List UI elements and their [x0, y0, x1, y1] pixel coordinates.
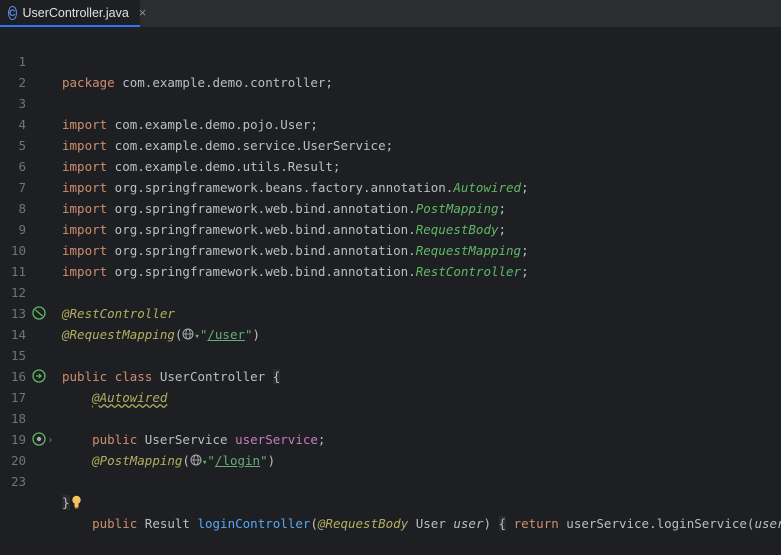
- type-name: User: [408, 516, 454, 531]
- code-line: 12 @RestController: [0, 261, 781, 321]
- paren: (: [310, 516, 318, 531]
- code-line: 6 import org.springframework.beans.facto…: [0, 135, 781, 195]
- spring-bean-icon[interactable]: [32, 306, 46, 320]
- fold-chevron-icon[interactable]: ›: [47, 429, 54, 450]
- editor-tab-bar: C UserController.java ×: [0, 0, 781, 28]
- code-line: 18: [0, 387, 781, 426]
- method-call: userService.loginService(: [558, 516, 755, 531]
- code-line: 10 import org.springframework.web.bind.a…: [0, 219, 781, 279]
- code-line: 4 import com.example.demo.service.UserSe…: [0, 93, 781, 153]
- code-line: 1 package com.example.demo.controller;: [0, 30, 781, 90]
- class-c-icon: C: [8, 5, 17, 20]
- code-line: 7 import org.springframework.web.bind.an…: [0, 156, 781, 216]
- code-line: 8 import org.springframework.web.bind.an…: [0, 177, 781, 237]
- code-line: 9 import org.springframework.web.bind.an…: [0, 198, 781, 258]
- code-editor[interactable]: 1 package com.example.demo.controller; 2…: [0, 29, 781, 531]
- code-line: 19 @PostMapping(▾"/login"): [0, 408, 781, 468]
- tab-user-controller[interactable]: C UserController.java ×: [0, 0, 146, 27]
- code-line: 5 import com.example.demo.utils.Result;: [0, 114, 781, 174]
- tab-label: UserController.java: [22, 5, 129, 20]
- code-line: 11: [0, 240, 781, 279]
- paren: ): [483, 516, 492, 531]
- code-line: 3 import com.example.demo.pojo.User;: [0, 72, 781, 132]
- keyword: return: [513, 516, 559, 531]
- keyword: public: [92, 516, 138, 531]
- method-name: loginController: [197, 516, 311, 531]
- code-line: 23 }: [0, 450, 781, 510]
- code-line: 14 public class UserController {: [0, 303, 781, 384]
- type-name: Result: [137, 516, 198, 531]
- brace: {: [498, 516, 507, 531]
- line-number: 23: [10, 474, 26, 489]
- code-line: 13 @RequestMapping(▾"/user"): [0, 282, 781, 342]
- endpoint-gutter-icon[interactable]: [32, 432, 46, 446]
- close-icon[interactable]: ×: [139, 5, 147, 20]
- param-name: user: [453, 516, 484, 531]
- annotation: @RequestBody: [317, 516, 409, 531]
- code-line: 15: [0, 324, 781, 363]
- navigate-to-bean-icon[interactable]: [32, 369, 46, 383]
- code-line: 17 public UserService userService;: [0, 366, 781, 447]
- code-line: 20 › public Result loginController(@Requ…: [0, 429, 781, 531]
- code-line: 16 @Autowired: [0, 345, 781, 405]
- lightbulb-icon[interactable]: [71, 495, 82, 509]
- code-line: 2: [0, 51, 781, 90]
- param-name: user: [754, 516, 781, 531]
- brace: }: [62, 495, 70, 510]
